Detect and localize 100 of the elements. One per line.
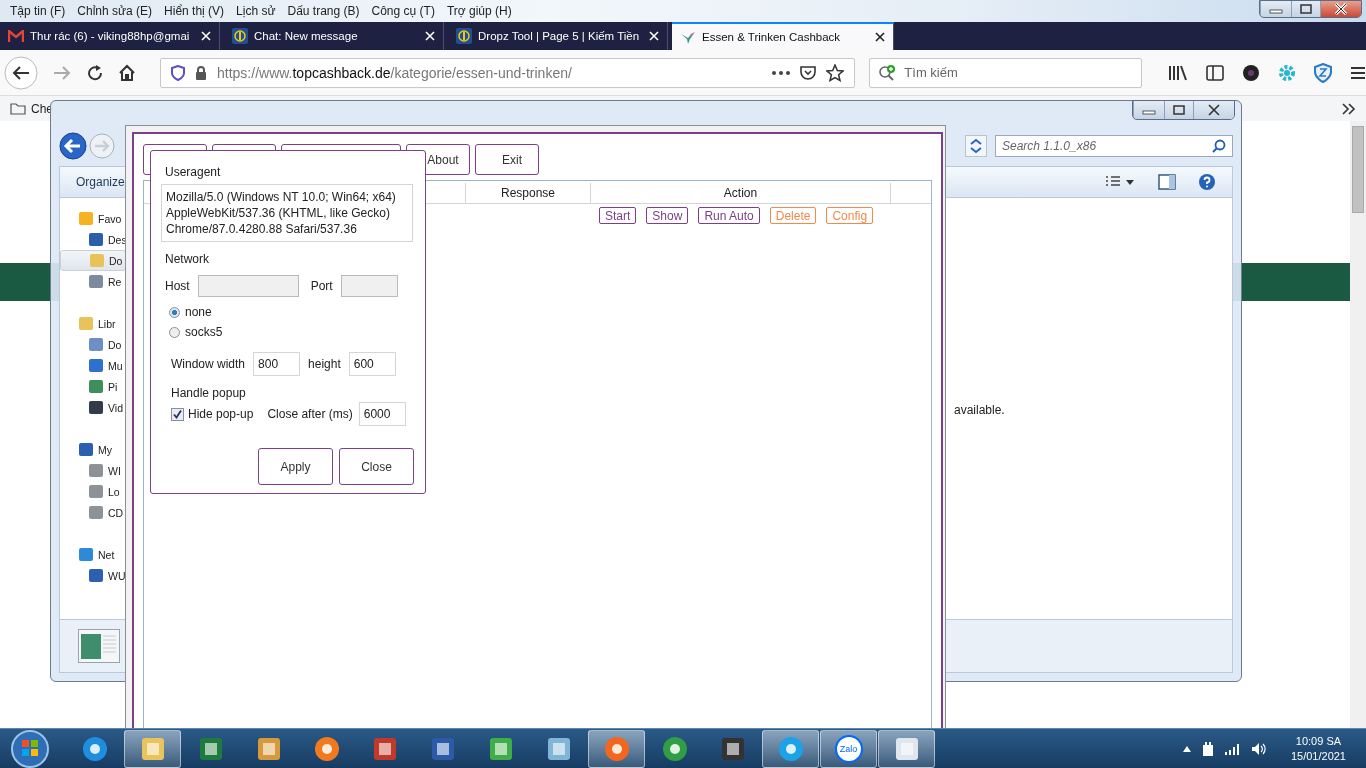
tree-item[interactable]: Do	[60, 250, 126, 271]
taskbar-app[interactable]	[878, 730, 935, 768]
clock[interactable]: 10:09 SA 15/01/2021	[1290, 734, 1346, 764]
refresh-icon[interactable]	[965, 135, 987, 157]
proxy-radio[interactable]: socks5	[169, 322, 413, 342]
sidebar-icon[interactable]	[1206, 64, 1224, 81]
close-icon[interactable]	[1193, 101, 1234, 119]
tree-item[interactable]: WI	[60, 460, 126, 481]
column-header[interactable]: Action	[591, 183, 891, 203]
close-after-field[interactable]: 6000	[358, 402, 406, 426]
close-after-label: Close after (ms)	[267, 407, 353, 421]
dialog-button[interactable]: Apply	[258, 448, 333, 485]
taskbar-app[interactable]: Zalo	[820, 730, 877, 768]
useragent-field[interactable]: Mozilla/5.0 (Windows NT 10.0; Win64; x64) AppleWebKit/537.36 (KHTML, like Gecko) Chrome/87.0.4280.88 Safari/537.36	[161, 184, 413, 242]
radio-icon[interactable]	[169, 326, 180, 338]
organize-button[interactable]: Organize	[76, 175, 125, 189]
browser-tab[interactable]: Essen & Trinken Cashback	[672, 22, 894, 50]
menu-item[interactable]: Dấu trang (B)	[281, 4, 366, 18]
dialog-button[interactable]: Close	[339, 448, 414, 485]
tree-item[interactable]: Pi	[60, 376, 126, 397]
height-label: height	[308, 357, 341, 371]
menu-item[interactable]: Tập tin (F)	[4, 4, 72, 18]
section-label: Handle popup	[171, 386, 247, 400]
column-header[interactable]: Response	[466, 183, 591, 203]
library-icon[interactable]	[1168, 64, 1188, 81]
back-icon[interactable]	[4, 55, 38, 90]
url-text: https://www.topcashback.de/kategorie/essen-und-trinken/	[217, 64, 573, 81]
lock-icon	[195, 65, 207, 80]
action-button[interactable]: Start	[599, 207, 637, 224]
home-icon[interactable]	[118, 63, 136, 82]
reload-icon[interactable]	[86, 63, 104, 82]
pocket-icon[interactable]	[800, 64, 817, 81]
menu-item[interactable]: Công cụ (T)	[365, 4, 441, 18]
menu-item[interactable]: Lịch sử	[230, 4, 282, 18]
back-icon[interactable]	[59, 132, 87, 160]
app-icon	[776, 735, 805, 763]
taskbar-app[interactable]	[588, 730, 645, 768]
section-label: Network	[165, 252, 210, 266]
radio-icon[interactable]	[169, 306, 180, 318]
action-button[interactable]: Run Auto	[698, 207, 760, 224]
hide-popup-checkbox[interactable]: Hide pop-up	[171, 407, 254, 421]
tree-item[interactable]: Net	[60, 544, 126, 565]
tree-item[interactable]: My	[60, 439, 126, 460]
host-field[interactable]	[197, 275, 299, 297]
scrollbar-thumb[interactable]	[1352, 126, 1364, 213]
menu-item[interactable]: Trợ giúp (H)	[440, 4, 518, 18]
checkbox-icon[interactable]	[171, 407, 184, 421]
tree-item[interactable]: Mu	[60, 355, 126, 376]
zalo-icon: Zalo	[834, 735, 863, 763]
taskbar-app[interactable]	[124, 730, 181, 768]
search-field[interactable]: Search 1.1.0_x86	[995, 135, 1233, 157]
more-icon[interactable]	[772, 70, 791, 75]
chevron-icon[interactable]	[1342, 102, 1356, 115]
host-label: Host	[165, 279, 190, 293]
tree-item[interactable]: Vid	[60, 397, 126, 418]
view-icon[interactable]	[1104, 175, 1136, 189]
taskbar-app[interactable]	[762, 730, 819, 768]
app-icon	[80, 735, 109, 763]
tree-item[interactable]: Re	[60, 271, 126, 292]
file-thumbnail-icon	[78, 629, 120, 663]
tree-item[interactable]: Libr	[60, 313, 126, 334]
menu-item[interactable]: Chỉnh sửa (E)	[71, 4, 159, 18]
volume-icon[interactable]	[1250, 742, 1267, 756]
app-icon	[312, 735, 341, 763]
port-label: Port	[310, 279, 333, 293]
extension-icon[interactable]	[1242, 63, 1260, 82]
close-icon[interactable]	[875, 32, 885, 42]
port-field[interactable]	[340, 275, 398, 297]
signal-icon[interactable]	[1224, 743, 1241, 755]
coin-icon	[456, 28, 472, 44]
height-field[interactable]: 600	[348, 352, 396, 376]
status-message: available.	[954, 403, 1005, 417]
toolbar-button[interactable]: Exit	[475, 144, 539, 175]
tree-item[interactable]: WU	[60, 565, 126, 586]
section-label: Useragent	[165, 165, 222, 179]
app-icon	[602, 735, 631, 763]
preview-pane-icon[interactable]	[1158, 174, 1176, 190]
address-bar[interactable]: https://www.topcashback.de/kategorie/essen-und-trinken/	[160, 57, 856, 88]
power-icon[interactable]	[1200, 741, 1215, 757]
coin-icon	[232, 28, 248, 44]
menu-icon[interactable]	[1350, 65, 1366, 80]
shield-icon[interactable]	[171, 64, 185, 81]
star-icon[interactable]	[826, 63, 845, 82]
tree-item[interactable]: CD	[60, 502, 126, 523]
shield-icon[interactable]	[1314, 62, 1332, 83]
proxy-radio[interactable]: none	[169, 302, 413, 322]
action-button[interactable]: Show	[646, 207, 689, 224]
width-field[interactable]: 800	[253, 352, 301, 376]
bird-icon	[680, 29, 696, 45]
help-icon[interactable]	[1198, 173, 1216, 191]
tray-arrow-icon[interactable]	[1182, 746, 1191, 752]
close-icon[interactable]	[1320, 1, 1361, 17]
search-field[interactable]: Tìm kiếm	[869, 57, 1142, 88]
search-icon	[1212, 139, 1226, 153]
menu-item[interactable]: Hiển thị (V)	[158, 4, 231, 18]
start-button[interactable]	[10, 729, 50, 768]
tree-item[interactable]: Lo	[60, 481, 126, 502]
tree-item[interactable]: Favo	[60, 208, 126, 229]
app-icon	[660, 735, 689, 763]
tree-item[interactable]: Do	[60, 334, 126, 355]
